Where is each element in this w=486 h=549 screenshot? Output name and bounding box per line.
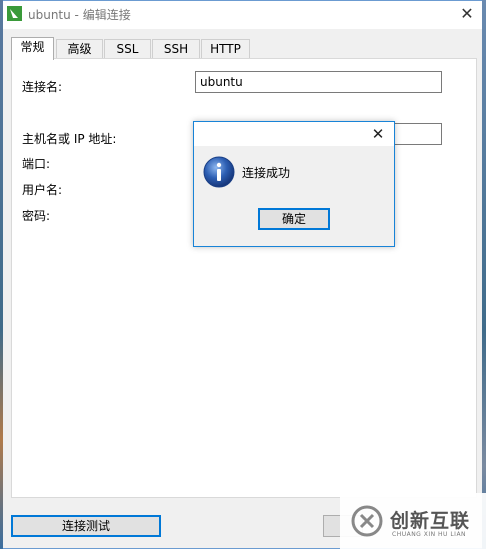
brand-logo-icon (351, 505, 383, 537)
title-bar: ubuntu - 编辑连接 ✕ (1, 1, 485, 29)
watermark: 创新互联 CHUANG XIN HU LIAN (340, 493, 486, 549)
host-label: 主机名或 IP 地址: (22, 132, 117, 146)
tab-http[interactable]: HTTP (201, 39, 250, 58)
connection-success-dialog: ✕ 连接成功 确定 (193, 121, 395, 247)
close-icon: ✕ (371, 125, 385, 143)
tab-ssh[interactable]: SSH (152, 39, 200, 58)
password-label: 密码: (22, 209, 51, 223)
watermark-brand-name: 创新互联 (390, 510, 471, 532)
desktop-background-right (482, 0, 486, 549)
tab-general[interactable]: 常规 (11, 37, 54, 60)
username-label: 用户名: (22, 183, 63, 197)
watermark-subtitle: CHUANG XIN HU LIAN (392, 531, 467, 538)
port-label: 端口: (22, 157, 51, 171)
test-connection-button[interactable]: 连接测试 (11, 515, 161, 537)
info-icon (203, 156, 235, 188)
connection-name-input[interactable]: ubuntu (195, 71, 442, 93)
close-icon: ✕ (460, 4, 474, 23)
navicat-app-icon (7, 6, 22, 21)
desktop-background-left (0, 0, 3, 549)
window-title: ubuntu - 编辑连接 (28, 8, 131, 22)
edit-connection-window: ubuntu - 编辑连接 ✕ 常规 高级 SSL SSH HTTP 连接名: … (0, 0, 486, 549)
tab-advanced[interactable]: 高级 (56, 39, 103, 58)
connection-name-label: 连接名: (22, 80, 63, 94)
dialog-ok-button[interactable]: 确定 (258, 208, 330, 230)
tab-ssl[interactable]: SSL (104, 39, 151, 58)
window-close-button[interactable]: ✕ (457, 4, 477, 24)
dialog-message: 连接成功 (242, 166, 291, 180)
dialog-body: 连接成功 确定 (194, 146, 394, 246)
dialog-close-button[interactable]: ✕ (368, 124, 388, 144)
dialog-title-bar: ✕ (194, 122, 394, 146)
